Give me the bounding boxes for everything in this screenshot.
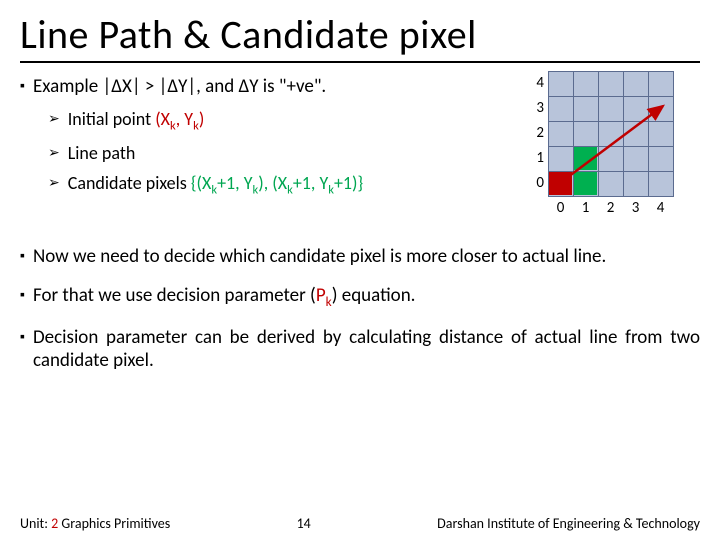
bullet-initial-text: Initial point (Xk, Yk) bbox=[68, 108, 205, 134]
x-tick: 1 bbox=[573, 199, 598, 217]
y-tick: 0 bbox=[530, 171, 544, 196]
y-axis-labels: 4 3 2 1 0 bbox=[530, 71, 544, 196]
x-tick: 2 bbox=[598, 199, 623, 217]
page-title: Line Path & Candidate pixel bbox=[20, 10, 700, 63]
x-tick: 3 bbox=[623, 199, 648, 217]
triangle-bullet-icon: ➢ bbox=[48, 108, 60, 134]
bullet-candidate: ➢ Candidate pixels {(Xk+1, Yk), (Xk+1, Y… bbox=[48, 172, 520, 198]
triangle-bullet-icon: ➢ bbox=[48, 142, 60, 164]
y-tick: 3 bbox=[530, 96, 544, 121]
slide: Line Path & Candidate pixel ▪ Example |Δ… bbox=[0, 0, 720, 372]
y-tick: 2 bbox=[530, 121, 544, 146]
x-axis-labels: 0 1 2 3 4 bbox=[548, 199, 673, 217]
bullet-now: ▪ Now we need to decide which candidate … bbox=[20, 245, 700, 268]
bullet-column: ▪ Example |ΔX| > |ΔY|, and ΔY is "+ve". … bbox=[20, 75, 520, 205]
footer: Unit: 2 Graphics Primitives 14 Darshan I… bbox=[0, 515, 720, 532]
y-tick: 4 bbox=[530, 71, 544, 96]
body-bullets: ▪ Now we need to decide which candidate … bbox=[20, 245, 700, 372]
bullet-example-text: Example |ΔX| > |ΔY|, and ΔY is "+ve". bbox=[33, 75, 326, 98]
bullet-decision: ▪ Decision parameter can be derived by c… bbox=[20, 326, 700, 372]
triangle-bullet-icon: ➢ bbox=[48, 172, 60, 198]
square-bullet-icon: ▪ bbox=[20, 245, 25, 268]
bullet-decision-text: Decision parameter can be derived by cal… bbox=[33, 326, 700, 372]
footer-page: 14 bbox=[170, 515, 437, 532]
footer-org: Darshan Institute of Engineering & Techn… bbox=[437, 515, 700, 532]
bullet-initial-point: ➢ Initial point (Xk, Yk) bbox=[48, 108, 520, 134]
bullet-line-path: ➢ Line path bbox=[48, 142, 520, 164]
bullet-candidate-text: Candidate pixels {(Xk+1, Yk), (Xk+1, Yk+… bbox=[68, 172, 363, 198]
x-tick: 0 bbox=[548, 199, 573, 217]
bullet-line-path-text: Line path bbox=[68, 142, 136, 164]
bullet-forthat: ▪ For that we use decision parameter (Pk… bbox=[20, 284, 700, 310]
grid-figure: 4 3 2 1 0 bbox=[530, 71, 700, 231]
grid-cells bbox=[548, 71, 674, 197]
footer-unit: Unit: 2 Graphics Primitives bbox=[20, 515, 170, 532]
square-bullet-icon: ▪ bbox=[20, 284, 25, 310]
y-tick: 1 bbox=[530, 146, 544, 171]
square-bullet-icon: ▪ bbox=[20, 75, 25, 98]
bullet-now-text: Now we need to decide which candidate pi… bbox=[33, 245, 606, 268]
square-bullet-icon: ▪ bbox=[20, 326, 25, 372]
bullet-forthat-text: For that we use decision parameter (Pk) … bbox=[33, 284, 416, 310]
top-row: ▪ Example |ΔX| > |ΔY|, and ΔY is "+ve". … bbox=[20, 75, 700, 231]
x-tick: 4 bbox=[648, 199, 673, 217]
bullet-example: ▪ Example |ΔX| > |ΔY|, and ΔY is "+ve". bbox=[20, 75, 520, 98]
